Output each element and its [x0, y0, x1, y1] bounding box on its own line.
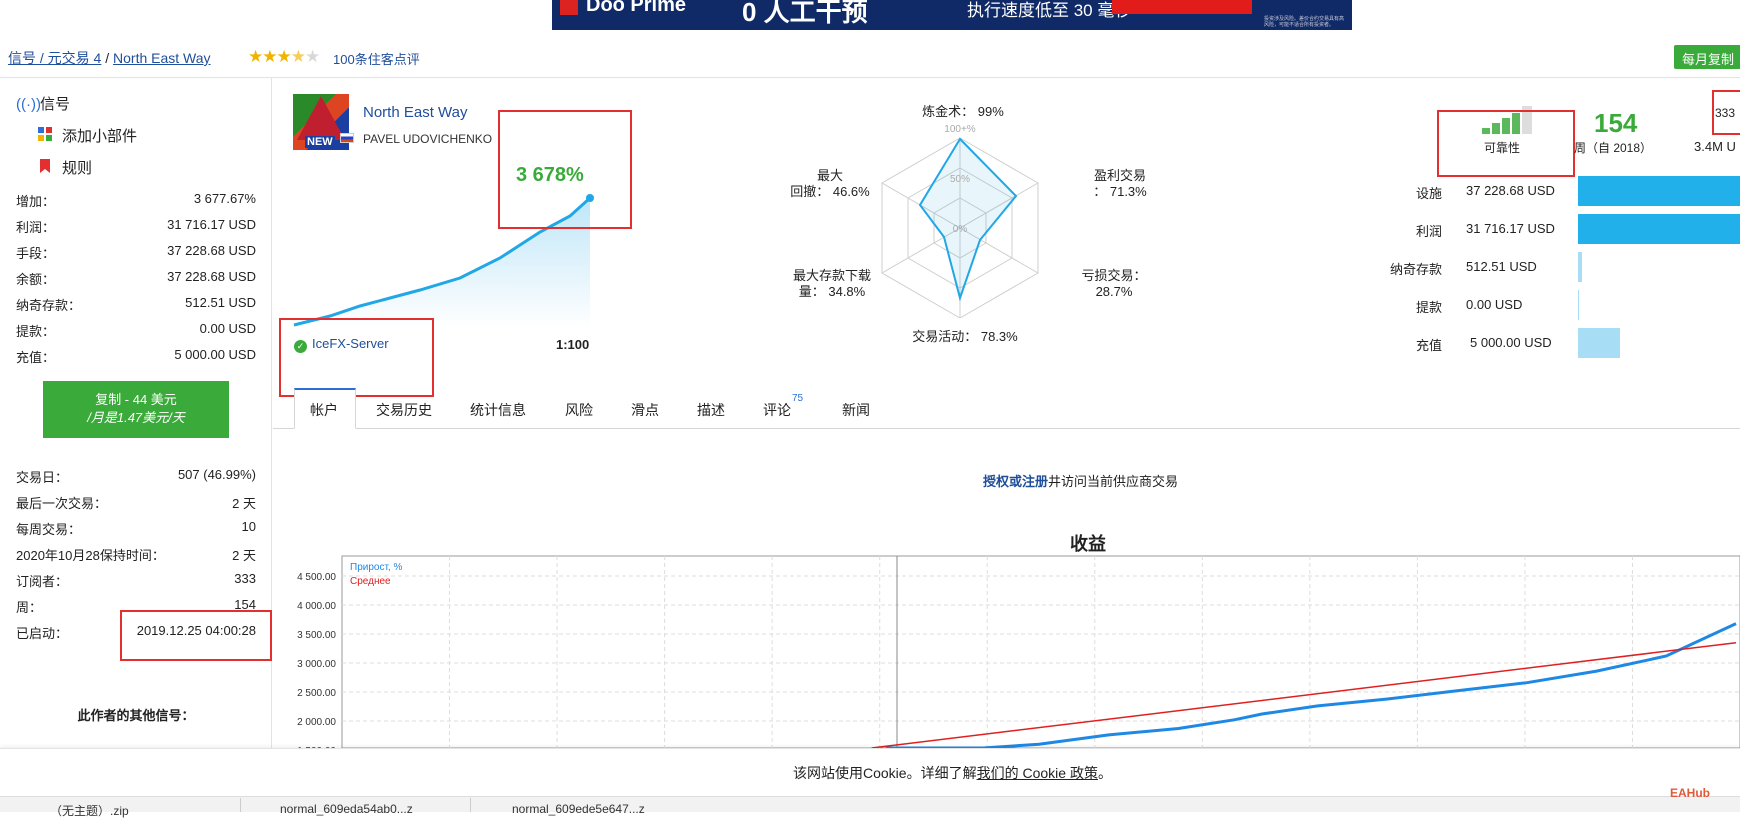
highlight-box-server	[279, 318, 434, 397]
ad-banner[interactable]: Doo Prime 0 人工干预 执行速度低至 30 毫秒 投资涉及风险。差价合…	[552, 0, 1352, 30]
radar-label-profit-trades: 盈利交易 ： 71.3%	[1093, 168, 1147, 199]
leverage: 1:100	[556, 337, 590, 352]
y-tick-label: 4 500.00	[297, 572, 336, 583]
radar-ring-0: 0%	[953, 224, 968, 235]
tab-slippage[interactable]: 滑点	[631, 400, 659, 420]
radar-label-loss-trades: 亏损交易： 28.7%	[1081, 268, 1147, 299]
highlight-box-subscribers	[1712, 90, 1740, 135]
radar-polygon	[918, 137, 1018, 302]
sidebar-item-label: 添加小部件	[62, 128, 138, 145]
radar-label-alchemy: 炼金术： 99%	[922, 104, 1004, 119]
y-tick-label: 2 000.00	[297, 717, 336, 728]
y-ticks: 4 500.00 4 000.00 3 500.00 3 000.00 2 500.00…	[297, 572, 336, 748]
radar-label-activity: 交易活动： 78.3%	[912, 329, 1018, 344]
sidebar-item-label: 信号	[40, 96, 71, 113]
fin-value-withdrawal: 0.00 USD	[1466, 297, 1523, 312]
breadcrumb: 信号 / 元交易 4 / North East Way	[8, 48, 211, 68]
weeks-count: 154	[1594, 108, 1638, 138]
tab-risk[interactable]: 风险	[565, 400, 593, 420]
y-tick-label: 2 500.00	[297, 688, 336, 699]
highlight-box-growth	[498, 110, 632, 229]
radar-ring-50: 50%	[950, 174, 970, 185]
tab-news[interactable]: 新闻	[842, 400, 870, 420]
reviews-count-badge: 75	[792, 393, 804, 404]
y-tick-label: 4 000.00	[297, 601, 336, 612]
fin-value-deposit: 512.51 USD	[1466, 259, 1537, 274]
tab-account[interactable]: 帐户	[310, 400, 338, 420]
tab-reviews[interactable]: 评论	[763, 400, 791, 420]
cookie-text: 该网站使用Cookie。详细了解我们的 Cookie 政策。	[793, 763, 1112, 783]
cookie-text-pre: 该网站使用Cookie。详细了解	[793, 765, 977, 781]
ad-brand: Doo Prime	[560, 0, 686, 17]
auth-link[interactable]: 授权或注册	[983, 474, 1048, 489]
signal-name-link[interactable]: North East Way	[363, 104, 467, 121]
profit-chart: 4 500.00 4 000.00 3 500.00 3 000.00 2 500.00…	[297, 555, 1740, 748]
widget-icon	[38, 127, 52, 145]
download-separator	[470, 798, 471, 812]
bookmark-icon	[38, 159, 52, 177]
copy-button-daily: /月是1.47美元/天	[87, 410, 185, 425]
russia-flag-icon	[340, 133, 354, 143]
fin-bar-withdrawal	[1578, 290, 1579, 320]
download-separator	[240, 798, 241, 812]
reviews-link[interactable]: 100条住客点评	[333, 49, 420, 68]
y-tick-label: 3 000.00	[297, 659, 336, 670]
legend-growth: Прирост, %	[350, 562, 402, 573]
download-item[interactable]: （无主题）.zip	[50, 802, 129, 819]
signal-author[interactable]: PAVEL UDOVICHENKO	[363, 132, 492, 146]
breadcrumb-signal-link[interactable]: North East Way	[113, 50, 211, 66]
sidebar-item-label: 规则	[62, 160, 93, 177]
signal-icon: ((·))	[16, 96, 41, 113]
ad-fineprint: 投资涉及风险。差价合约交易具有高风险，可能不适合所有投资者。	[1264, 16, 1345, 28]
tab-history[interactable]: 交易历史	[376, 400, 432, 420]
copy-subscribe-button[interactable]: 复制 - 44 美元 /月是1.47美元/天	[43, 381, 229, 438]
download-item[interactable]: normal_609eda54ab0...z	[280, 802, 413, 816]
sidebar-item-widget[interactable]: 添加小部件	[38, 125, 137, 146]
fin-bar-profit	[1578, 214, 1740, 244]
radar-label-deposit-load: 最大存款下载 量： 34.8%	[792, 268, 871, 299]
eahub-watermark: EAHub	[1670, 786, 1710, 800]
weeks-since: 周（自 2018）	[1574, 141, 1653, 155]
breadcrumb-signals-link[interactable]: 信号 / 元交易 4	[8, 50, 101, 66]
ad-speed: 执行速度低至 30 毫秒	[967, 1, 1132, 20]
monthly-copy-button[interactable]: 每月复制	[1674, 45, 1740, 69]
rating-stars: ★★★★★	[248, 47, 320, 66]
fin-bar-topup	[1578, 328, 1620, 358]
plot-frame	[341, 555, 1740, 748]
highlight-box-reliability	[1437, 110, 1575, 177]
tab-description[interactable]: 描述	[697, 400, 725, 420]
fin-value-equity: 37 228.68 USD	[1466, 183, 1555, 198]
cookie-policy-link[interactable]: 我们的 Cookie 政策	[977, 765, 1098, 781]
tab-statistics[interactable]: 统计信息	[470, 400, 526, 420]
logo-new-badge: NEW	[305, 136, 335, 148]
fin-value-topup: 5 000.00 USD	[1470, 335, 1552, 350]
tabs-divider	[273, 428, 1740, 429]
fin-value-profit: 31 716.17 USD	[1466, 221, 1555, 236]
sidebar-item-signals[interactable]: ((·))信号	[16, 93, 70, 114]
highlight-box-started	[120, 610, 272, 661]
other-signals-heading: 此作者的其他信号：	[77, 708, 195, 723]
copy-button-price: 复制 - 44 美元	[95, 392, 177, 407]
logo-triangle-icon	[297, 96, 345, 140]
ad-headline: 0 人工干预	[742, 0, 868, 27]
sidebar-item-rules[interactable]: 规则	[38, 157, 92, 178]
download-bar	[0, 796, 1740, 812]
y-tick-label: 3 500.00	[297, 630, 336, 641]
subscribers-funds: 3.4M U	[1694, 139, 1736, 154]
radar-label-drawdown: 最大 回撤： 46.6%	[790, 168, 870, 199]
radar-ring-100: 100+%	[944, 124, 976, 135]
fin-bar-deposit	[1578, 252, 1582, 282]
sidebar	[0, 78, 272, 812]
fin-bar-equity	[1578, 176, 1740, 206]
legend-average: Среднее	[350, 576, 391, 587]
ad-cta-button[interactable]	[1112, 0, 1252, 14]
auth-rest: 井访问当前供应商交易	[1048, 474, 1179, 489]
auth-notice: 授权或注册井访问当前供应商交易	[983, 471, 1178, 490]
breadcrumb-sep: /	[101, 50, 114, 66]
cookie-text-post: 。	[1097, 765, 1112, 781]
download-item[interactable]: normal_609ede5e647...z	[512, 802, 645, 816]
